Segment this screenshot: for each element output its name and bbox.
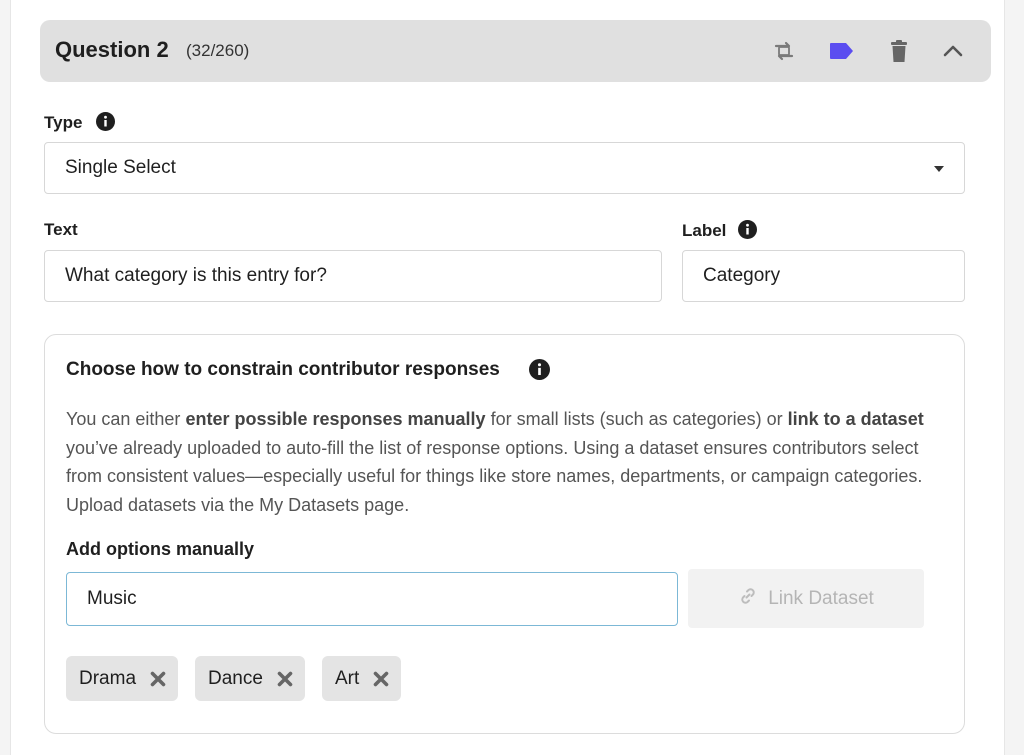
close-icon[interactable] [373,671,389,687]
type-select[interactable]: Single Select [44,142,965,194]
option-chip: Dance [195,656,305,701]
text-input-value: What category is this entry for? [65,265,327,286]
info-icon[interactable] [96,112,115,131]
chevron-up-icon[interactable] [939,37,967,65]
swap-icon[interactable] [770,37,798,65]
label-label: Label [682,221,727,240]
option-input[interactable] [66,572,678,626]
question-count: (32/260) [186,41,250,60]
label-input-value: Category [703,265,781,286]
type-select-value: Single Select [65,157,176,178]
question-title: Question 2 [55,37,169,62]
info-icon[interactable] [738,220,757,239]
constrain-title: Choose how to constrain contributor resp… [66,359,500,380]
constrain-description: You can either enter possible responses … [66,409,924,515]
chip-label: Art [335,667,360,689]
close-icon[interactable] [277,671,293,687]
link-dataset-label: Link Dataset [768,587,874,609]
chip-label: Dance [208,667,263,689]
manual-options-label: Add options manually [66,539,255,559]
tag-icon[interactable] [827,37,855,65]
link-dataset-button[interactable]: Link Dataset [688,569,924,628]
question-header[interactable]: Question 2 (32/260) [40,20,991,82]
text-label: Text [44,220,78,239]
trash-icon[interactable] [885,37,913,65]
text-input[interactable]: What category is this entry for? [44,250,662,302]
constrain-panel: Choose how to constrain contributor resp… [44,334,965,734]
option-chip: Drama [66,656,179,701]
label-input[interactable]: Category [682,250,965,302]
link-icon [738,586,758,612]
option-chip: Art [322,656,402,701]
type-label: Type [44,113,83,132]
chip-label: Drama [79,667,137,689]
info-icon[interactable] [529,359,550,380]
caret-down-icon [934,166,944,172]
close-icon[interactable] [150,671,166,687]
